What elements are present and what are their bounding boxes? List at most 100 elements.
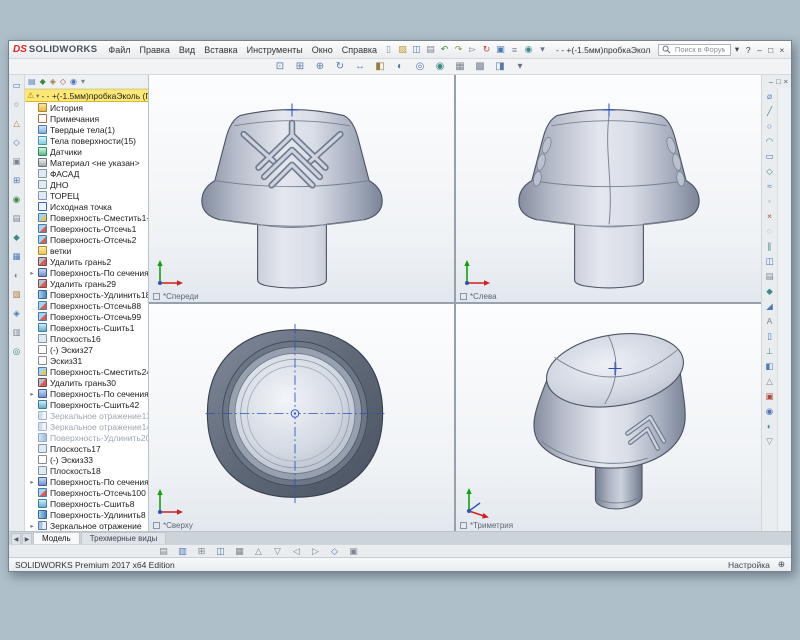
tree-item[interactable]: Поверхность-Отсечь88 [26, 300, 148, 311]
tree-item[interactable]: Поверхность-Удлинить20 [26, 432, 148, 443]
view-settings-icon[interactable]: ▩ [474, 60, 487, 73]
fillet-icon[interactable]: ◆ [764, 285, 776, 297]
menu-item[interactable]: Окно [308, 43, 337, 57]
rebuild-icon[interactable]: ↻ [480, 43, 493, 56]
menu-item[interactable]: Вид [175, 43, 199, 57]
tree-item[interactable]: Поверхность-Удлинить8 [26, 509, 148, 520]
chevron-down-icon[interactable]: ▾ [36, 92, 39, 100]
restore-icon[interactable]: □ [766, 45, 776, 55]
document-tab[interactable]: Модель [33, 532, 80, 544]
redo-icon[interactable]: ↷ [452, 43, 465, 56]
tree-item[interactable]: Тела поверхности(15) [26, 135, 148, 146]
tree-item[interactable]: Удалить грань2 [26, 256, 148, 267]
featuremanager-tab-icon[interactable]: ▤ [28, 77, 36, 86]
viewbar-chevron-icon[interactable]: ▾ [514, 60, 527, 73]
new-document-icon[interactable]: ▯ [382, 43, 395, 56]
menu-item[interactable]: Правка [136, 43, 174, 57]
model-left-view[interactable] [516, 97, 702, 294]
evaluate-icon[interactable]: △ [11, 117, 23, 129]
save-icon[interactable]: ◫ [410, 43, 423, 56]
tree-item[interactable]: ДНО [26, 179, 148, 190]
expand-arrow-icon[interactable]: ▸ [29, 478, 35, 486]
tree-item[interactable]: Поверхность-Отсечь1 [26, 223, 148, 234]
polygon-icon[interactable]: ◇ [764, 165, 776, 177]
open-document-icon[interactable]: ▨ [396, 43, 409, 56]
toolbar-chevron-icon[interactable]: ▾ [536, 43, 549, 56]
simulation-icon[interactable]: ⊞ [11, 174, 23, 186]
edit-appearance-icon[interactable]: ◉ [434, 60, 447, 73]
tab-scroll-left-icon[interactable]: ◀ [11, 533, 21, 544]
circle-icon[interactable]: ○ [764, 120, 776, 132]
tree-item[interactable]: (-) Эскиз27 [26, 344, 148, 355]
viewport-top[interactable]: *Сверху [149, 304, 454, 531]
menu-item[interactable]: Справка [338, 43, 381, 57]
tree-item[interactable]: Поверхность-Отсечь99 [26, 311, 148, 322]
search-box[interactable] [658, 44, 731, 56]
analysis-icon[interactable]: ◆ [11, 231, 23, 243]
tree-item[interactable]: ▸ Поверхность-По сечениям4 [26, 388, 148, 399]
menu-item[interactable]: Инструменты [243, 43, 307, 57]
select-icon[interactable]: ▻ [466, 43, 479, 56]
rotate-view-icon[interactable]: ↻ [334, 60, 347, 73]
cut-icon[interactable]: ▣ [764, 390, 776, 402]
tree-item[interactable]: Материал <не указан> [26, 157, 148, 168]
apply-scene-icon[interactable]: ▦ [454, 60, 467, 73]
diamond-icon[interactable]: ◇ [328, 545, 341, 558]
menu-item[interactable]: Вставка [200, 43, 241, 57]
file-properties-icon[interactable]: ▣ [494, 43, 507, 56]
smart-dimension-icon[interactable]: ⌀ [764, 90, 776, 102]
tree-item[interactable]: Примечания [26, 113, 148, 124]
tab-scroll-right-icon[interactable]: ▶ [22, 533, 32, 544]
tree-item[interactable]: Поверхность-Сместить1->? [26, 212, 148, 223]
reference-icon[interactable]: ◎ [11, 345, 23, 357]
displaymanager-tab-icon[interactable]: ◉ [70, 77, 77, 86]
up-icon[interactable]: △ [252, 545, 265, 558]
options-icon[interactable]: ≡ [508, 43, 521, 56]
surface-icon[interactable]: ◧ [764, 360, 776, 372]
panel-icon[interactable]: ▣ [347, 545, 360, 558]
render-icon[interactable]: ◉ [11, 193, 23, 205]
measure-icon[interactable]: ▨ [11, 288, 23, 300]
tree-item[interactable]: (-) Эскиз33 [26, 454, 148, 465]
convert-icon[interactable]: ◌ [764, 225, 776, 237]
down-icon[interactable]: ▽ [271, 545, 284, 558]
section-view-icon[interactable]: ◨ [494, 60, 507, 73]
draft-icon[interactable]: ▽ [764, 435, 776, 447]
view-orientation-icon[interactable]: ◧ [374, 60, 387, 73]
hide-show-items-icon[interactable]: ◎ [414, 60, 427, 73]
tree-item[interactable]: Датчики [26, 146, 148, 157]
status-display-icon[interactable]: ▦ [233, 545, 246, 558]
zoom-fit-icon[interactable]: ⊡ [274, 60, 287, 73]
undo-icon[interactable]: ↶ [438, 43, 451, 56]
line-icon[interactable]: ╱ [764, 105, 776, 117]
axis-icon[interactable]: ⊥ [764, 345, 776, 357]
mirror-icon[interactable]: ◫ [764, 255, 776, 267]
menu-item[interactable]: Файл [104, 43, 134, 57]
tree-item[interactable]: Плоскость18 [26, 465, 148, 476]
offset-icon[interactable]: ∥ [764, 240, 776, 252]
tree-item[interactable]: Удалить грань30 [26, 377, 148, 388]
pattern-icon[interactable]: ▤ [764, 270, 776, 282]
boss-icon[interactable]: △ [764, 375, 776, 387]
propertymanager-tab-icon[interactable]: ◆ [40, 77, 46, 86]
viewport-trimetric[interactable]: *Триметрия [456, 304, 761, 531]
viewport-front[interactable]: *Спереди [149, 75, 454, 302]
grid-toggle-icon[interactable]: ⊞ [195, 545, 208, 558]
expand-arrow-icon[interactable]: ▸ [29, 390, 35, 398]
tree-item[interactable]: Поверхность-Сшить42 [26, 399, 148, 410]
snap-icon[interactable]: ▥ [176, 545, 189, 558]
chamfer-icon[interactable]: ◢ [764, 300, 776, 312]
pan-icon[interactable]: ↔ [354, 60, 367, 73]
tree-item[interactable]: ▸ Поверхность-По сечениям6 [26, 476, 148, 487]
sketch-icon[interactable]: ○ [11, 98, 23, 110]
doc-minimize-icon[interactable]: – [769, 77, 773, 86]
tree-item[interactable]: Поверхность-Сшить1 [26, 322, 148, 333]
viewport-left[interactable]: *Слева [456, 75, 761, 302]
pin-icon[interactable]: ▾ [81, 77, 85, 86]
print-icon[interactable]: ▤ [424, 43, 437, 56]
expand-arrow-icon[interactable]: ▸ [29, 522, 35, 530]
configurationmanager-tab-icon[interactable]: ◈ [50, 77, 56, 86]
doc-restore-icon[interactable]: □ [776, 77, 781, 86]
section-tool-icon[interactable]: ◈ [11, 307, 23, 319]
mate-icon[interactable]: ◇ [11, 136, 23, 148]
